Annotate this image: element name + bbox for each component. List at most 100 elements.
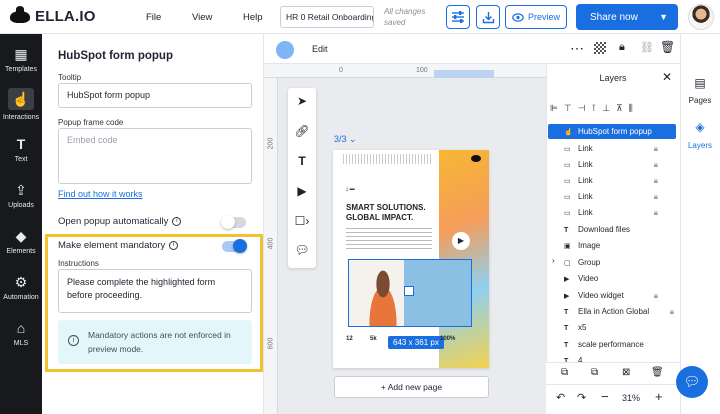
layer-row[interactable]: ▭ Link 🔒︎ [548,157,676,172]
duplicate-icon[interactable]: ⧉ [591,367,598,378]
download-button[interactable] [476,5,500,29]
menu-view[interactable]: View [192,12,212,23]
undo-icon[interactable]: ↶ [556,391,565,404]
rail-item-templates[interactable]: ▦ Templates [0,46,42,73]
ruler-mark: 400 [267,237,275,250]
layer-row[interactable]: T Ella in Action Global 🔒︎ [548,304,676,319]
edit-button[interactable]: Edit [312,44,328,54]
chevron-down-icon: ⌄ [349,134,357,144]
rail-item-interactions[interactable]: ☝ Interactions [0,88,42,121]
rail-label: Automation [3,294,39,301]
redo-icon[interactable]: ↷ [577,391,586,404]
alignment-toolbar[interactable]: ⊫⊤⊣⊺⊥⊼⫼ [550,103,639,114]
settings-sliders-button[interactable] [446,5,470,29]
tooltip-input[interactable]: HubSpot form popup [58,83,252,108]
pages-icon[interactable]: ▤ [680,76,720,90]
delete-icon[interactable]: ⊠ [622,367,630,378]
align-center-icon[interactable]: ⊤ [564,103,578,113]
copy-icon[interactable]: ⧉ [561,367,568,378]
align-bottom-icon[interactable]: ⊼ [616,103,629,113]
layer-row[interactable]: ▣ Image [548,238,676,253]
preview-button[interactable]: Preview [505,5,567,29]
lock-icon[interactable]: 🔒︎ [654,189,658,204]
user-avatar[interactable] [688,4,714,30]
layer-row[interactable]: ▭ Link 🔒︎ [548,205,676,220]
layer-row[interactable]: ☝ HubSpot form popup [548,124,676,139]
instructions-textarea[interactable]: Please complete the highlighted form bef… [58,269,252,313]
automation-icon: ⚙ [14,274,28,290]
align-left-icon[interactable]: ⊫ [550,103,564,113]
text-tool-icon[interactable]: T [288,154,316,168]
image-icon: ▣ [564,243,571,250]
share-now-button[interactable]: Share now ▼ [576,4,678,30]
rail-item-uploads[interactable]: ⇪ Uploads [0,182,42,209]
lock-icon[interactable]: 🔒︎ [654,157,658,172]
right-rail-layers[interactable]: Layers [680,141,720,150]
play-icon[interactable]: ▶ [452,232,470,250]
rail-item-text[interactable]: T Text [0,136,42,163]
close-icon[interactable]: ✕ [662,70,672,84]
layer-row[interactable]: ▭ Link 🔒︎ [548,141,676,156]
align-right-icon[interactable]: ⊣ [578,103,592,113]
video-tool-icon[interactable]: ▶ [288,184,316,198]
link-tool-icon[interactable]: 🔗︎ [288,124,316,138]
layer-row[interactable]: ▢ Group [548,255,676,270]
chat-support-button[interactable]: 💬︎ [676,366,708,398]
distribute-icon[interactable]: ⫼ [629,103,639,113]
more-options-icon[interactable]: ⋯ [570,40,585,57]
select-tool-icon[interactable]: ➤ [288,94,316,108]
shape-tool-icon[interactable]: ☐› [288,214,316,228]
lock-icon[interactable]: 🔒︎ [654,288,658,303]
zoom-in-button[interactable]: + [655,389,663,404]
zoom-out-button[interactable]: − [601,389,609,404]
layers-icon[interactable]: ◈ [680,120,720,134]
resize-handle[interactable] [404,286,414,296]
slide-header-text [343,154,433,164]
find-out-link[interactable]: Find out how it works [58,189,143,199]
lock-icon[interactable]: 🔒︎ [654,205,658,220]
embed-code-textarea[interactable]: Embed code [58,128,252,184]
lock-icon[interactable]: 🔒︎ [654,141,658,156]
lock-icon[interactable]: 🔒︎ [619,41,625,54]
trash-icon[interactable]: 🗑︎ [660,40,675,54]
slide-heading-line: GLOBAL IMPACT. [346,213,414,222]
slide-download-icon[interactable]: ⤓ ▬ [346,186,355,192]
ruler-mark: 100 [416,67,428,74]
open-popup-auto-toggle[interactable] [221,215,246,229]
layer-row[interactable]: ▭ Link 🔒︎ [548,189,676,204]
chevron-down-icon[interactable]: ▼ [659,12,668,22]
layer-row[interactable]: Tx5 [548,320,676,335]
comment-tool-icon[interactable]: 💬︎ [288,243,316,257]
layer-row[interactable]: ▶ Video widget 🔒︎ [548,288,676,303]
app-logo[interactable]: ELLA.IO [10,5,96,25]
color-picker-swatch[interactable] [276,41,294,59]
page-indicator[interactable]: 3/3 ⌄ [334,134,357,145]
lock-icon[interactable]: 🔒︎ [654,173,658,188]
document-name-field[interactable]: HR 0 Retail Onboarding [280,6,374,28]
preview-label: Preview [527,12,560,22]
add-new-page-button[interactable]: + Add new page [334,376,489,398]
rail-item-mls[interactable]: ⌂ MLS [0,320,42,347]
text-layer-icon: T [564,342,569,349]
menu-help[interactable]: Help [243,12,263,23]
info-icon[interactable]: i [172,216,182,226]
zoom-level[interactable]: 31% [622,393,640,403]
layer-row[interactable]: Tscale performance [548,337,676,352]
right-rail-pages[interactable]: Pages [680,96,720,105]
align-top-icon[interactable]: ⊺ [592,103,603,113]
rail-item-elements[interactable]: ◆ Elements [0,228,42,255]
transparency-icon[interactable] [594,42,606,54]
align-middle-icon[interactable]: ⊥ [602,103,616,113]
lock-icon[interactable]: 🔒︎ [670,304,674,319]
unlink-icon[interactable]: ⛓︎ [640,41,654,54]
layer-row[interactable]: ▭ Link 🔒︎ [548,173,676,188]
menu-file[interactable]: File [146,12,161,23]
toggle-knob [221,215,235,229]
info-icon[interactable]: i [169,240,179,250]
rail-item-automation[interactable]: ⚙ Automation [0,274,42,301]
mandatory-toggle[interactable] [222,239,247,253]
layer-row[interactable]: ▶ Video [548,271,676,286]
layer-row[interactable]: T Download files [548,222,676,237]
templates-icon: ▦ [14,46,28,62]
trash-icon[interactable]: 🗑︎ [651,367,664,378]
